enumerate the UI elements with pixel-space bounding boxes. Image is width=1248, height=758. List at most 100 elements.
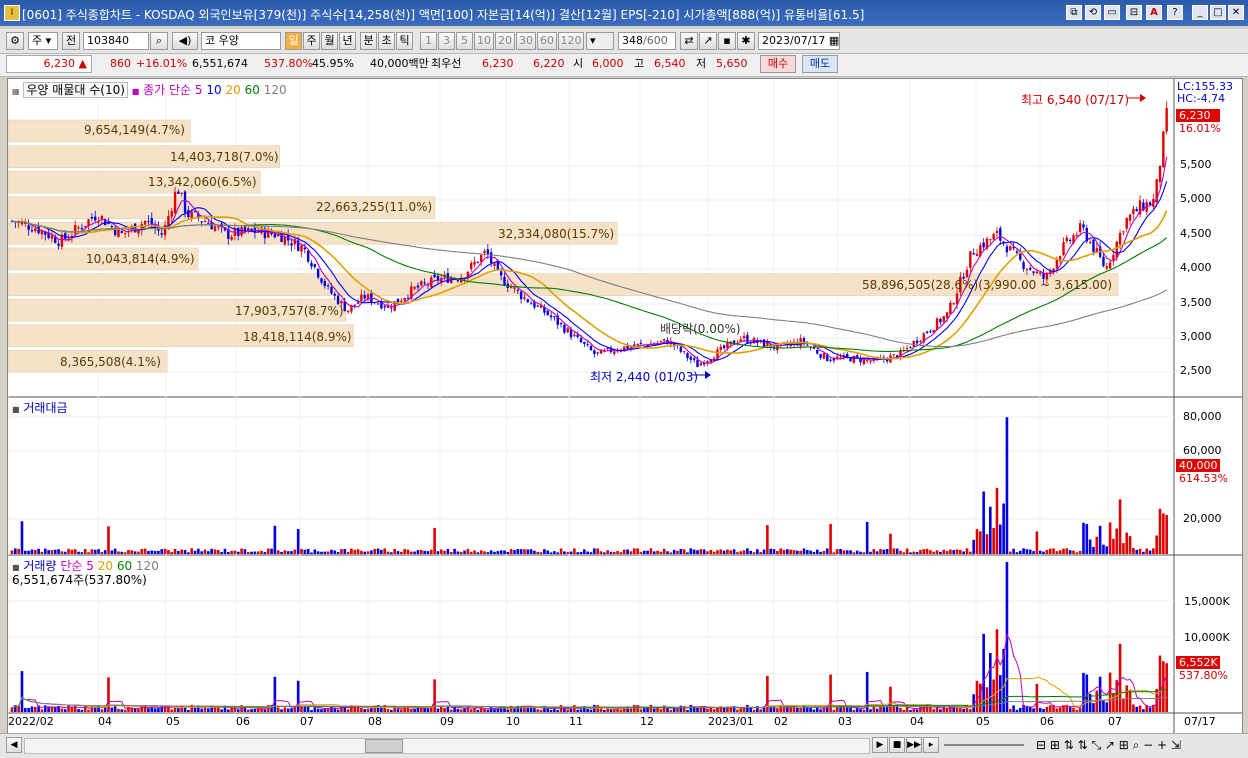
- interval-20-button[interactable]: 20: [495, 32, 515, 50]
- x-label-12: 12: [640, 715, 654, 728]
- amount-bar: [157, 550, 160, 554]
- date-field[interactable]: 2023/07/17 ▦: [758, 32, 840, 50]
- amount-bar: [593, 548, 596, 554]
- volume-bar: [456, 708, 460, 712]
- last-amount-label: 40,000: [1179, 459, 1218, 472]
- horizontal-scrollbar[interactable]: [24, 738, 870, 754]
- chart-area[interactable]: ▦ 우양 매물대 수(10) ■ 종가 단순 5 10 20 60 120 9,…: [7, 78, 1243, 734]
- volume-bar: [256, 708, 260, 712]
- scroll-left-button[interactable]: ◀: [6, 737, 22, 753]
- amount-bar: [832, 552, 836, 554]
- interval-3-button[interactable]: 3: [438, 32, 455, 50]
- candle-body: [1158, 165, 1162, 183]
- amount-bar: [1052, 548, 1055, 554]
- amount-bar: [809, 550, 812, 554]
- fast-forward-icon[interactable]: ▶▶: [906, 737, 922, 753]
- candle-body: [147, 220, 150, 222]
- interval-60-button[interactable]: 60: [537, 32, 557, 50]
- save-icon[interactable]: ▪: [718, 32, 736, 50]
- candle-body: [1032, 271, 1035, 273]
- amount-bar: [300, 548, 303, 554]
- ma60-legend[interactable]: 60: [245, 83, 260, 97]
- ma120-legend[interactable]: 120: [264, 83, 287, 97]
- buy-button[interactable]: 매수: [760, 55, 796, 73]
- amount-title[interactable]: 거래대금: [23, 401, 67, 415]
- link-icon[interactable]: ⧉: [1066, 5, 1082, 20]
- scope-button[interactable]: 전: [62, 32, 80, 50]
- market-type-value: 주: [32, 34, 43, 47]
- candle-body: [34, 228, 37, 232]
- period-month-button[interactable]: 월: [321, 32, 338, 50]
- amount-bar: [692, 549, 696, 554]
- volume-bar: [150, 707, 154, 712]
- amount-bar: [845, 550, 849, 554]
- interval-5-button[interactable]: 5: [456, 32, 473, 50]
- font-icon[interactable]: A: [1146, 5, 1162, 20]
- settings-icon[interactable]: ✱: [737, 32, 755, 50]
- interval-30-button[interactable]: 30: [516, 32, 536, 50]
- hc-value: HC:-4.74: [1177, 92, 1226, 105]
- help-icon[interactable]: ?: [1167, 5, 1183, 20]
- candle-body: [1005, 246, 1009, 253]
- volume-bar: [17, 705, 20, 712]
- candle-body: [503, 276, 506, 286]
- pin-icon[interactable]: ⊟: [1126, 5, 1142, 20]
- amount-bar: [686, 552, 689, 554]
- vp-label-8: 17,903,757(8.7%): [235, 304, 344, 318]
- period-tick-button[interactable]: 틱: [396, 32, 413, 50]
- zoom-icon[interactable]: ↗: [699, 32, 717, 50]
- minimize-button[interactable]: _: [1192, 5, 1208, 20]
- volume-bar: [929, 707, 932, 712]
- play-icon[interactable]: ▶: [872, 737, 888, 753]
- interval-10-button[interactable]: 10: [474, 32, 494, 50]
- chart-menu-icon[interactable]: ⚙: [6, 32, 24, 50]
- window-icon[interactable]: ▭: [1104, 5, 1120, 20]
- candle-body: [330, 287, 333, 294]
- scroll-icon[interactable]: ⇄: [680, 32, 698, 50]
- amount-bar: [589, 552, 593, 554]
- volume-bar: [1082, 672, 1085, 712]
- candle-body: [1118, 232, 1122, 245]
- volume-bar: [586, 708, 589, 712]
- stock-code-input[interactable]: 103840: [83, 32, 149, 50]
- speaker-icon[interactable]: ◀): [172, 32, 198, 50]
- interval-1-button[interactable]: 1: [420, 32, 437, 50]
- interval-120-button[interactable]: 120: [558, 32, 584, 50]
- candle-body: [1035, 271, 1039, 273]
- amount-bar: [1098, 525, 1102, 554]
- stock-name-field[interactable]: 코 우양: [201, 32, 281, 50]
- scrollbar-thumb[interactable]: [365, 739, 403, 753]
- amount-bar: [612, 551, 616, 554]
- period-minute-button[interactable]: 분: [360, 32, 377, 50]
- ma20-legend[interactable]: 20: [226, 83, 241, 97]
- refresh-icon[interactable]: ⟲: [1085, 5, 1101, 20]
- amount-bar: [180, 549, 184, 554]
- step-icon[interactable]: ▸: [923, 737, 939, 753]
- sell-button[interactable]: 매도: [802, 55, 838, 73]
- period-week-button[interactable]: 주: [303, 32, 320, 50]
- interval-dropdown[interactable]: ▾: [586, 32, 614, 50]
- search-icon[interactable]: ⌕: [150, 32, 168, 50]
- ma5-legend[interactable]: 종가 단순 5: [143, 83, 202, 97]
- data-count-field[interactable]: 348/600: [618, 32, 676, 50]
- amount-bar: [87, 552, 90, 554]
- period-year-button[interactable]: 년: [339, 32, 356, 50]
- amount-bar: [1118, 499, 1122, 554]
- ma10-legend[interactable]: 10: [206, 83, 221, 97]
- zoom-slider[interactable]: [944, 744, 1024, 746]
- stop-icon[interactable]: ■: [889, 737, 905, 753]
- ma-legend-icon: ■: [131, 87, 140, 96]
- volume-bar: [1105, 702, 1109, 712]
- period-second-button[interactable]: 초: [378, 32, 395, 50]
- amount-bar: [303, 549, 307, 554]
- maximize-button[interactable]: □: [1210, 5, 1226, 20]
- close-button[interactable]: ✕: [1228, 5, 1244, 20]
- amount-legend: ■ 거래대금: [12, 399, 68, 416]
- volume-bar: [117, 708, 120, 712]
- volume-bar: [1165, 663, 1168, 712]
- period-day-button[interactable]: 일: [285, 32, 302, 50]
- volume-bar: [50, 707, 54, 712]
- volume-profile-legend[interactable]: 우양 매물대 수(10): [23, 82, 128, 98]
- tool-icons[interactable]: ⊟ ⊞ ⇅ ⇅ ⤡ ↗ ⊞ ⌕ − + ⇲: [1036, 735, 1181, 755]
- market-type-select[interactable]: 주 ▾: [28, 32, 58, 50]
